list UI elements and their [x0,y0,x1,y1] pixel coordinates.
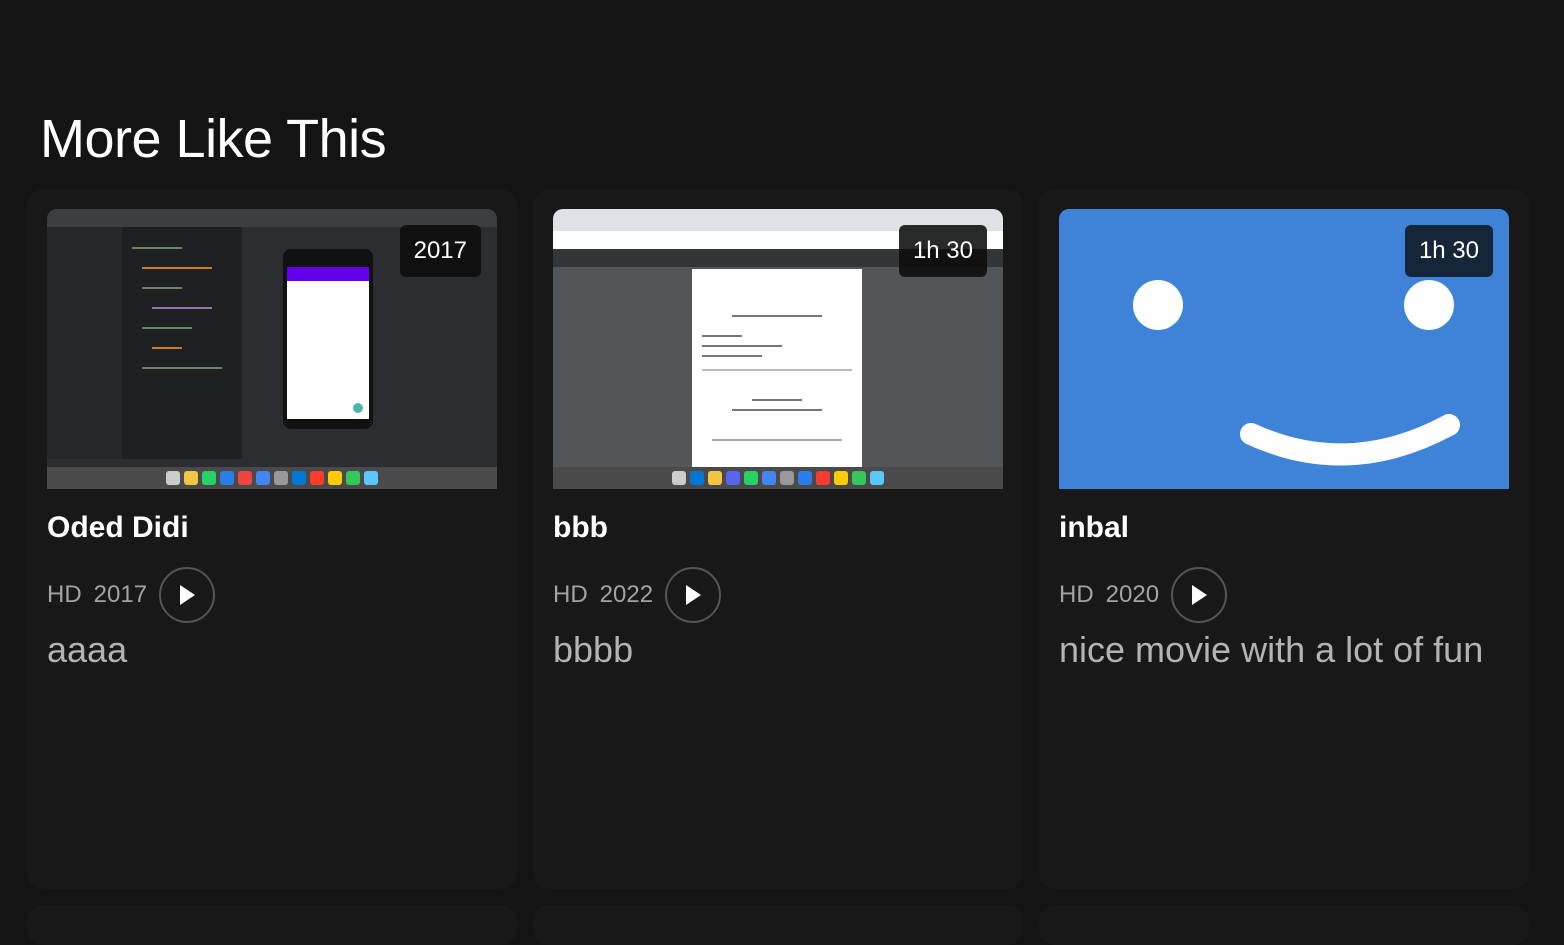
movie-card-partial[interactable] [27,905,517,945]
movie-card[interactable]: 1h 30 inbal HD 2020 nice movie with a lo… [1039,189,1529,889]
duration-badge: 1h 30 [898,225,987,277]
card-title: Oded Didi [47,511,189,544]
card-description: nice movie with a lot of fun [1059,629,1484,670]
card-description: aaaa [47,629,128,670]
card-title: bbb [553,511,608,544]
year-label: 2022 [599,581,654,608]
movie-card[interactable]: 1h 30 bbb HD 2022 bbbb [533,189,1023,889]
card-meta: HD 2017 [47,567,216,623]
movie-card[interactable]: 2017 Oded Didi HD 2017 aaaa [27,189,517,889]
quality-label: HD [1059,581,1094,608]
thumbnail-image[interactable]: 1h 30 [553,209,1003,489]
play-button[interactable] [159,567,216,623]
play-icon [686,585,702,605]
play-icon [1192,585,1208,605]
year-label: 2017 [93,581,148,608]
play-button[interactable] [665,567,722,623]
play-icon [180,585,196,605]
quality-label: HD [47,581,82,608]
thumbnail-image[interactable]: 2017 [47,209,497,489]
card-title: inbal [1059,511,1130,544]
play-button[interactable] [1171,567,1228,623]
year-label: 2020 [1105,581,1160,608]
card-grid: 2017 Oded Didi HD 2017 aaaa 1h 30 bbb HD… [27,189,1529,945]
movie-card-partial[interactable] [1039,905,1529,945]
quality-label: HD [553,581,588,608]
duration-badge: 1h 30 [1404,225,1493,277]
movie-card-partial[interactable] [533,905,1023,945]
card-meta: HD 2020 [1059,567,1228,623]
card-description: bbbb [553,629,634,670]
section-title: More Like This [40,109,387,169]
year-badge: 2017 [399,225,481,277]
card-meta: HD 2022 [553,567,722,623]
thumbnail-image[interactable]: 1h 30 [1059,209,1509,489]
